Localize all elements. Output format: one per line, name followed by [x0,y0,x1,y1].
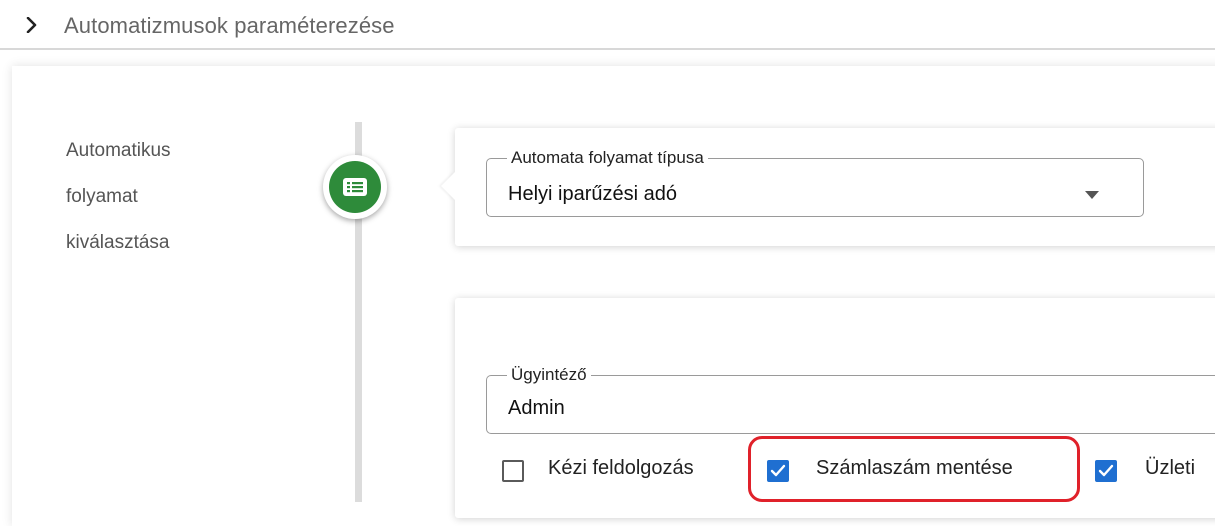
step-label-line: Automatikus [66,140,171,161]
assignee-label: Ügyintéző [507,365,591,385]
highlight-annotation [748,436,1080,502]
step-label-line: kiválasztása [66,232,170,253]
process-type-select[interactable]: Automata folyamat típusa Helyi iparűzési… [486,148,1144,217]
manual-processing-checkbox[interactable] [502,460,524,482]
page-header: Automatizmusok paraméterezése [0,0,1215,50]
step-label-line: folyamat [66,186,138,207]
process-type-value: Helyi iparűzési adó [508,183,677,205]
dropdown-arrow-icon[interactable] [1085,186,1099,204]
checkmark-icon [1098,464,1114,477]
list-icon [343,178,367,196]
page-title: Automatizmusok paraméterezése [64,13,395,38]
manual-processing-label: Kézi feldolgozás [548,457,694,479]
step-indicator[interactable] [323,155,387,219]
chevron-right-icon[interactable] [26,16,38,38]
business-label: Üzleti [1145,457,1196,479]
process-type-label: Automata folyamat típusa [507,148,708,168]
business-checkbox[interactable] [1095,460,1117,482]
step-label: Automatikus folyamat kiválasztása [66,128,226,266]
assignee-value: Admin [508,397,565,419]
assignee-field[interactable]: Ügyintéző Admin [486,365,1215,434]
